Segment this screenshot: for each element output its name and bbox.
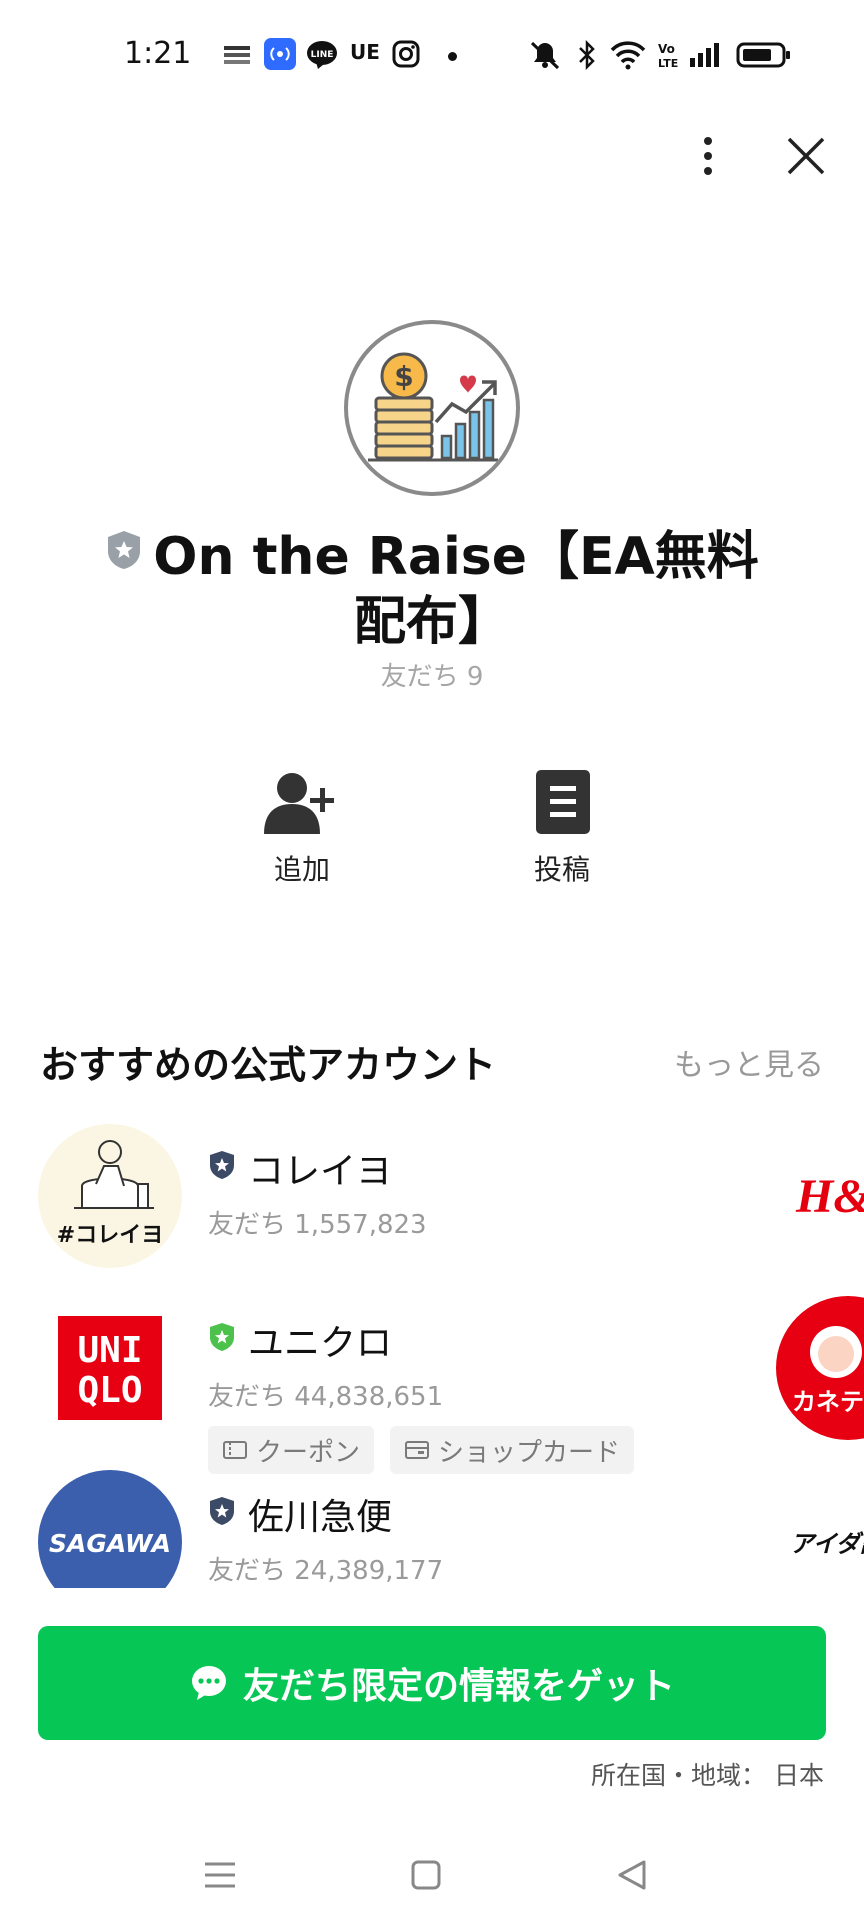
line-icon: LINE [306, 38, 338, 74]
post-label: 投稿 [533, 853, 590, 886]
account-name: コレイヨ [248, 1151, 393, 1192]
more-options-button[interactable] [678, 126, 738, 186]
system-nav-bar [0, 1820, 864, 1920]
wifi-icon [610, 40, 646, 74]
peek-aida-logo[interactable]: アイダ設 [788, 1522, 864, 1562]
posts-button[interactable]: 投稿 [492, 768, 632, 888]
close-icon [787, 137, 825, 175]
money-growth-icon: $ [368, 352, 498, 462]
account-name-row: コレイヨ [208, 1142, 392, 1194]
shop-card-tag[interactable]: ショップカード [390, 1426, 635, 1474]
verified-shield-icon [208, 1148, 236, 1189]
see-more-link[interactable]: もっと見る [674, 1040, 824, 1084]
account-friends-count: 友だち 44,838,651 [208, 1382, 444, 1412]
verified-shield-icon [105, 523, 143, 585]
nav-menu-button[interactable] [190, 1850, 250, 1900]
recommended-account-koreiyo[interactable]: #コレイヨ コレイヨ 友だち 1,557,823 [38, 1124, 818, 1274]
aida-logo-text: アイダ設 [790, 1530, 864, 1558]
account-avatar[interactable]: $ [344, 320, 520, 496]
sagawa-logo-text: SAGAWA [49, 1529, 171, 1558]
broadcast-icon [264, 38, 296, 74]
instagram-icon [392, 40, 420, 72]
uniqlo-logo-text-1: UNI [77, 1330, 142, 1371]
verified-shield-icon [208, 1320, 236, 1361]
kanebo-logo-text: カネテ [792, 1388, 864, 1416]
home-square-icon [411, 1860, 441, 1890]
account-title: On the Raise【EA無料配布】 [100, 526, 764, 653]
shop-card-icon [405, 1441, 429, 1459]
verified-shield-icon [208, 1494, 236, 1535]
account-name: 佐川急便 [248, 1497, 393, 1538]
posts-icon [536, 770, 590, 834]
battery-icon [736, 42, 792, 72]
signal-icon [688, 42, 724, 72]
friends-count: 友だち 9 [380, 662, 484, 692]
recommended-account-sagawa[interactable]: SAGAWA 佐川急便 友だち 24,389,177 [38, 1470, 818, 1588]
region-label: 所在国・地域： 日本 [591, 1761, 824, 1790]
recommended-account-uniqlo[interactable]: UNI QLO ユニクロ 友だち 44,838,651 クーポン ショップカード [38, 1296, 818, 1486]
peek-hm-logo[interactable]: H&M [792, 1160, 864, 1230]
kebab-menu-icon [704, 137, 712, 175]
cta-label: 友だち限定の情報をゲット [242, 1666, 675, 1707]
uniqlo-logo-text-2: QLO [77, 1370, 142, 1411]
hm-logo-text: H&M [795, 1170, 864, 1223]
account-name: ユニクロ [248, 1323, 393, 1364]
coupon-tag[interactable]: クーポン [208, 1426, 375, 1474]
svg-text:LINE: LINE [311, 50, 334, 60]
account-name-row: ユニクロ [208, 1314, 392, 1366]
recommended-accounts-title: おすすめの公式アカウント [40, 1043, 497, 1087]
get-friend-info-button[interactable]: 友だち限定の情報をゲット [38, 1626, 826, 1740]
back-triangle-icon [618, 1860, 646, 1890]
koreiyo-logo-text: #コレイヨ [57, 1223, 163, 1248]
account-name: On the Raise【EA無料配布】 [153, 527, 759, 652]
status-dot [448, 52, 457, 61]
menu-icon [205, 1862, 235, 1888]
mute-icon [528, 40, 562, 74]
coupon-icon [223, 1441, 247, 1459]
add-label: 追加 [273, 853, 330, 886]
ue-label: UE [350, 40, 380, 64]
shop-card-tag-label: ショップカード [438, 1437, 621, 1468]
coupon-tag-label: クーポン [256, 1437, 361, 1468]
account-name-row: 佐川急便 [208, 1488, 392, 1540]
peek-kanebo-logo[interactable]: カネテ [776, 1296, 864, 1440]
status-bar: 1:21 LINE UE Vo LTE [0, 0, 864, 110]
volte-icon: Vo LTE [656, 40, 682, 74]
uniqlo-logo: UNI QLO [38, 1296, 182, 1440]
svg-text:Vo: Vo [658, 42, 675, 56]
svg-text:$: $ [394, 360, 413, 393]
sagawa-logo: SAGAWA [38, 1470, 182, 1588]
chat-bubble-icon [191, 1666, 226, 1700]
svg-text:LTE: LTE [658, 57, 678, 70]
bluetooth-icon [576, 39, 598, 74]
nav-back-button[interactable] [602, 1850, 662, 1900]
add-person-icon [264, 773, 334, 834]
add-friend-button[interactable]: 追加 [232, 768, 372, 888]
status-time: 1:21 [124, 36, 192, 71]
koreiyo-logo: #コレイヨ [38, 1124, 182, 1268]
account-friends-count: 友だち 24,389,177 [208, 1556, 444, 1586]
account-friends-count: 友だち 1,557,823 [208, 1210, 427, 1240]
app-notification-icon [222, 42, 252, 72]
close-button[interactable] [776, 126, 836, 186]
nav-home-button[interactable] [396, 1850, 456, 1900]
